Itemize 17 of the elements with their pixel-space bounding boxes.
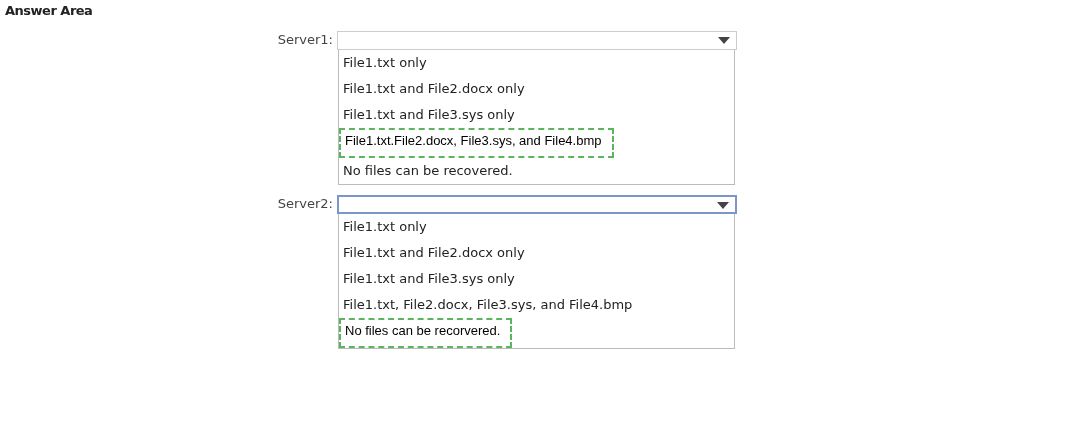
dropdown-option[interactable]: File1.txt and File2.docx only: [339, 76, 734, 102]
dropdown-option[interactable]: File1.txt, File2.docx, File3.sys, and File4.bmp: [339, 292, 734, 318]
dropdown-option[interactable]: No files can be recovered.: [339, 158, 734, 184]
caret-icon: [718, 37, 730, 45]
dropdown-option[interactable]: File1.txt and File2.docx only: [339, 240, 734, 266]
dropdown-field[interactable]: [337, 195, 737, 214]
dropdown-label: Server2:: [276, 196, 334, 211]
dropdown-option[interactable]: File1.txt only: [339, 50, 734, 76]
dropdown-option[interactable]: File1.txt only: [339, 214, 734, 240]
dropdown-option[interactable]: File1.txt and File3.sys only: [339, 266, 734, 292]
caret-icon: [717, 202, 729, 210]
dropdown-option[interactable]: File1.txt and File3.sys only: [339, 102, 734, 128]
dropdown-option[interactable]: No files can be recorvered.: [339, 318, 513, 348]
answer-area-title: Answer Area: [5, 3, 94, 18]
dropdown-field[interactable]: [337, 31, 737, 50]
dropdown-label: Server1:: [276, 32, 334, 47]
dropdown-option[interactable]: File1.txt.File2.docx, File3.sys, and File4.bmp: [339, 128, 614, 158]
